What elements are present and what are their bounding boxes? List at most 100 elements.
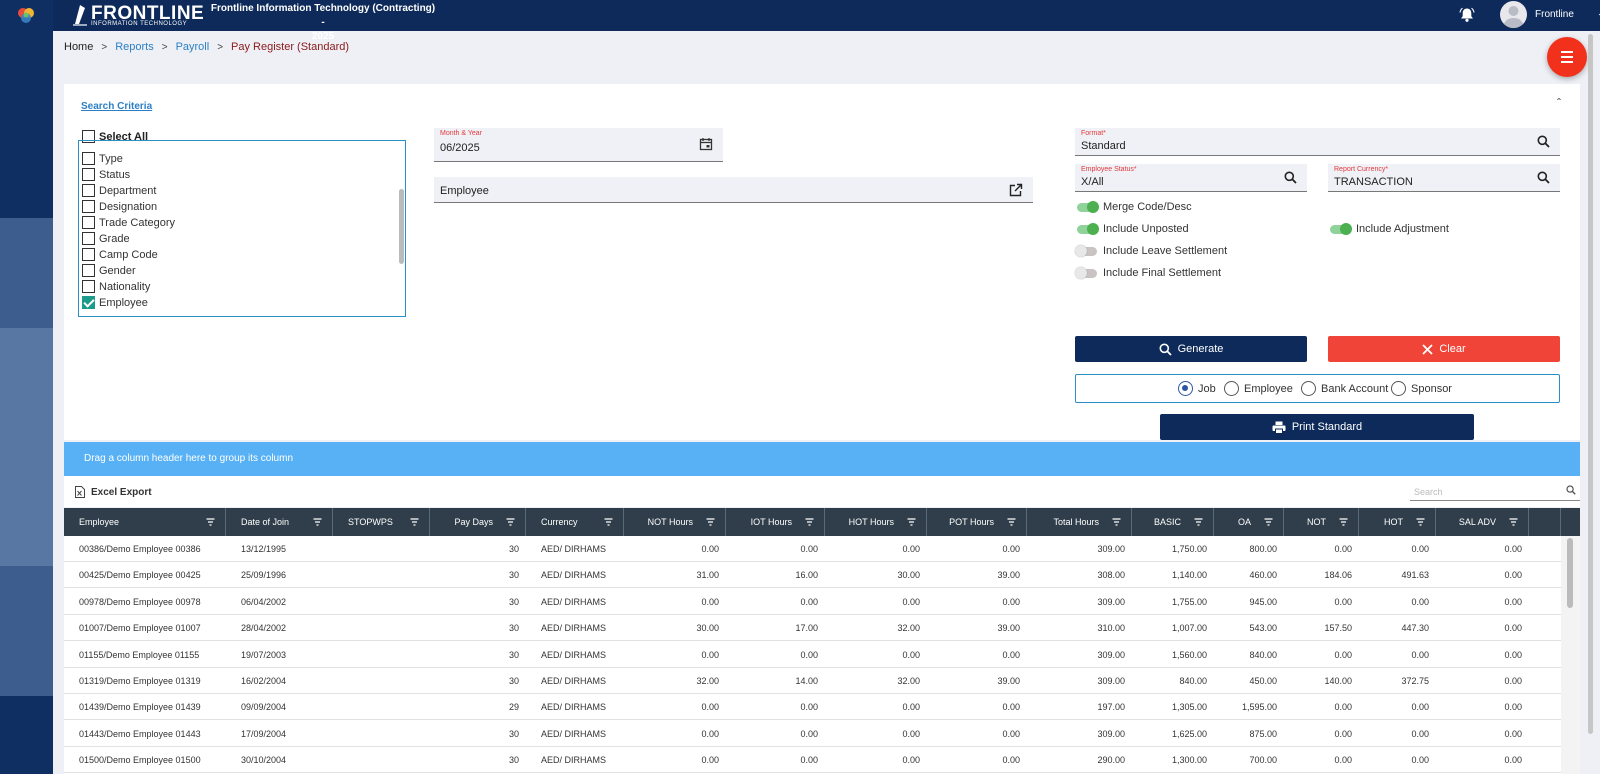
column-header-sal-adv[interactable]: SAL ADV <box>1436 508 1529 536</box>
report-currency-field[interactable]: Report Currency* TRANSACTION <box>1328 164 1560 192</box>
rail-band[interactable] <box>0 218 53 328</box>
grid-search-input[interactable]: Search <box>1410 481 1580 501</box>
criteria-checkbox-department[interactable]: Department <box>82 184 156 197</box>
filter-icon[interactable] <box>1194 518 1203 526</box>
table-row[interactable]: 01319/Demo Employee 01319 16/02/2004 30 AED… <box>64 668 1561 694</box>
column-header-hot-hours[interactable]: HOT Hours <box>825 508 927 536</box>
excel-export-button[interactable]: Excel Export <box>75 486 152 498</box>
calendar-icon[interactable] <box>699 137 713 151</box>
table-row[interactable]: 01439/Demo Employee 01439 09/09/2004 29 AED… <box>64 694 1561 721</box>
search-criteria-title[interactable]: Search Criteria <box>81 101 152 112</box>
table-scrollbar[interactable] <box>1561 536 1580 774</box>
radio-bank-account[interactable]: Bank Account <box>1301 381 1388 396</box>
rail-band[interactable] <box>0 328 53 566</box>
user-avatar-icon[interactable] <box>1500 1 1527 28</box>
search-icon[interactable] <box>1566 485 1576 495</box>
filter-icon[interactable] <box>1112 518 1121 526</box>
menu-fab-button[interactable] <box>1547 37 1587 77</box>
filter-icon[interactable] <box>410 518 419 526</box>
filter-icon[interactable] <box>1416 518 1425 526</box>
include-final-settlement-toggle[interactable]: Include Final Settlement <box>1075 266 1221 279</box>
filter-icon[interactable] <box>313 518 322 526</box>
column-header-not-hours[interactable]: NOT Hours <box>624 508 726 536</box>
group-drop-area[interactable]: Drag a column header here to group its c… <box>64 442 1580 476</box>
radio-employee[interactable]: Employee <box>1224 381 1293 396</box>
filter-icon[interactable] <box>1339 518 1348 526</box>
column-header-pot-hours[interactable]: POT Hours <box>927 508 1027 536</box>
breadcrumb-separator: > <box>101 41 108 53</box>
criteria-checkbox-status[interactable]: Status <box>82 168 130 181</box>
column-header-not[interactable]: NOT <box>1284 508 1359 536</box>
column-header-oa[interactable]: OA <box>1214 508 1284 536</box>
generate-button[interactable]: Generate <box>1075 336 1307 362</box>
table-row[interactable]: 01155/Demo Employee 01155 19/07/2003 30 AED… <box>64 642 1561 668</box>
clear-button[interactable]: Clear <box>1328 336 1560 362</box>
filter-icon[interactable] <box>206 518 215 526</box>
filter-icon[interactable] <box>506 518 515 526</box>
list-scrollbar[interactable] <box>399 189 404 264</box>
column-header-iot-hours[interactable]: IOT Hours <box>726 508 825 536</box>
print-standard-button[interactable]: Print Standard <box>1160 414 1474 440</box>
include-unposted-toggle[interactable]: Include Unposted <box>1077 222 1189 235</box>
app-logo-icon[interactable] <box>17 7 35 25</box>
breadcrumb-reports[interactable]: Reports <box>115 41 154 53</box>
include-leave-settlement-toggle[interactable]: Include Leave Settlement <box>1075 244 1227 257</box>
criteria-checkbox-camp-code[interactable]: Camp Code <box>82 248 158 261</box>
table-row[interactable]: 00425/Demo Employee 00425 25/09/1996 30 AED… <box>64 562 1561 589</box>
rail-band[interactable] <box>0 566 53 696</box>
open-external-icon[interactable] <box>1009 183 1023 197</box>
table-cell-currency: AED/ DIRHAMS <box>541 596 607 607</box>
column-header-stopwps[interactable]: STOPWPS <box>333 508 430 536</box>
column-header-basic[interactable]: BASIC <box>1132 508 1214 536</box>
criteria-checkbox-nationality[interactable]: Nationality <box>82 280 150 293</box>
page-scrollbar[interactable] <box>1586 30 1596 774</box>
employee-field[interactable]: Employee <box>434 177 1033 203</box>
table-cell-employee: 00978/Demo Employee 00978 <box>79 596 201 607</box>
filter-icon[interactable] <box>1007 518 1016 526</box>
month-year-field[interactable]: Month & Year 06/2025 <box>434 128 723 162</box>
column-header-date-of-join[interactable]: Date of Join <box>226 508 333 536</box>
filter-icon[interactable] <box>805 518 814 526</box>
brand-logo[interactable]: FRONTLINE INFORMATION TECHNOLOGY <box>71 2 204 29</box>
bell-icon[interactable] <box>1459 7 1475 23</box>
filter-icon[interactable] <box>1264 518 1273 526</box>
criteria-checkbox-grade[interactable]: Grade <box>82 232 130 245</box>
merge-code-toggle[interactable]: Merge Code/Desc <box>1077 200 1192 213</box>
table-row[interactable]: 01443/Demo Employee 01443 17/09/2004 30 AED… <box>64 721 1561 747</box>
user-name[interactable]: Frontline <box>1535 9 1574 20</box>
table-header: Employee Date of Join STOPWPS Pay Days Curre… <box>64 508 1580 536</box>
filter-icon[interactable] <box>706 518 715 526</box>
table-row[interactable]: 01007/Demo Employee 01007 28/04/2002 30 AED… <box>64 615 1561 642</box>
column-header-hot[interactable]: HOT <box>1359 508 1436 536</box>
radio-job[interactable]: Job <box>1178 381 1216 396</box>
breadcrumb-home[interactable]: Home <box>64 41 93 53</box>
search-icon[interactable] <box>1284 171 1297 184</box>
table-cell-iot-hours: 0.00 <box>800 728 818 739</box>
column-header-pay-days[interactable]: Pay Days <box>430 508 526 536</box>
filter-icon[interactable] <box>604 518 613 526</box>
criteria-checkbox-trade-category[interactable]: Trade Category <box>82 216 175 229</box>
column-header-total-hours[interactable]: Total Hours <box>1027 508 1132 536</box>
filter-icon[interactable] <box>1509 518 1518 526</box>
criteria-checkbox-employee[interactable]: Employee <box>82 296 148 309</box>
search-icon[interactable] <box>1537 135 1550 148</box>
chevron-up-icon[interactable]: ˆ <box>1557 96 1561 110</box>
breadcrumb-payroll[interactable]: Payroll <box>176 41 210 53</box>
column-header-currency[interactable]: Currency <box>526 508 624 536</box>
checkbox-icon <box>82 152 95 165</box>
checkbox-icon <box>82 184 95 197</box>
search-icon[interactable] <box>1537 171 1550 184</box>
table-row[interactable]: 01500/Demo Employee 01500 30/10/2004 30 AED… <box>64 747 1561 774</box>
table-row[interactable]: 00386/Demo Employee 00386 13/12/1995 30 AED… <box>64 536 1561 562</box>
table-cell-pot-hours: 39.00 <box>997 676 1020 686</box>
filter-icon[interactable] <box>907 518 916 526</box>
column-header-employee[interactable]: Employee <box>64 508 226 536</box>
include-adjustment-toggle[interactable]: Include Adjustment <box>1330 222 1449 235</box>
format-field[interactable]: Format* Standard <box>1075 128 1560 156</box>
criteria-checkbox-designation[interactable]: Designation <box>82 200 157 213</box>
table-row[interactable]: 00978/Demo Employee 00978 06/04/2002 30 AED… <box>64 589 1561 615</box>
radio-sponsor[interactable]: Sponsor <box>1391 381 1452 396</box>
criteria-checkbox-type[interactable]: Type <box>82 152 123 165</box>
employee-status-field[interactable]: Employee Status* X/All <box>1075 164 1307 192</box>
criteria-checkbox-gender[interactable]: Gender <box>82 264 136 277</box>
